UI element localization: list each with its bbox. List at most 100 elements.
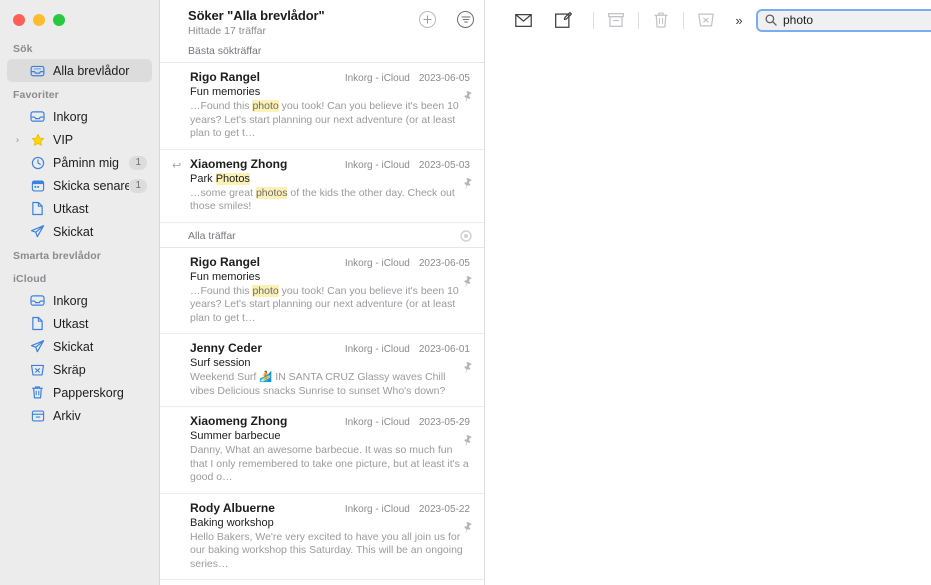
archive-button[interactable] (596, 7, 636, 33)
sidebar-item-label: Inkorg (53, 294, 152, 308)
sidebar-item-vip[interactable]: › VIP (7, 128, 152, 151)
mail-window: Sök Alla brevlådor Favoriter Inkorg › VI… (0, 0, 931, 585)
message-row[interactable]: ↩ Xiaomeng Zhong Inkorg - iCloud 2023-05… (160, 150, 484, 223)
close-button[interactable] (13, 14, 25, 26)
message-mailbox: Inkorg - iCloud (345, 344, 410, 355)
message-row[interactable]: Rody Albuerne Inkorg - iCloud 2023-05-22… (160, 494, 484, 581)
sidebar-item-icloud-skickat[interactable]: Skickat (7, 335, 152, 358)
calendar-icon (29, 178, 46, 194)
toolbar-divider (683, 12, 684, 29)
sidebar-item-paminn-mig[interactable]: Påminn mig 1 (7, 151, 152, 174)
message-preview: …some great photos of the kids the other… (190, 187, 470, 214)
chevron-right-icon[interactable]: › (16, 135, 19, 144)
preview-pre: …Found this (190, 100, 252, 112)
clock-icon (29, 155, 46, 171)
group-options-icon[interactable] (460, 230, 472, 242)
sidebar-section-icloud: iCloud (0, 266, 159, 289)
junk-icon (29, 362, 46, 378)
message-row[interactable]: Agneta Zimmer Inkorg - iCloud 2023-05-15… (160, 580, 484, 585)
message-row[interactable]: Rigo Rangel Inkorg - iCloud 2023-06-05 F… (160, 248, 484, 335)
preview-highlight: photos (256, 187, 288, 199)
sidebar-item-label: Skicka senare (53, 179, 129, 193)
add-search-button[interactable] (419, 11, 436, 28)
message-preview: …Found this photo you took! Can you beli… (190, 285, 470, 326)
group-label: Bästa sökträffar (188, 45, 261, 57)
list-header: Söker "Alla brevlådor" Hittade 17 träffa… (160, 0, 484, 43)
sidebar-item-inkorg-fav[interactable]: Inkorg (7, 105, 152, 128)
message-row[interactable]: Rigo Rangel Inkorg - iCloud 2023-06-05 F… (160, 63, 484, 150)
search-icon (765, 14, 777, 26)
maximize-button[interactable] (53, 14, 65, 26)
draft-icon (29, 201, 46, 217)
message-sender: Xiaomeng Zhong (190, 157, 345, 171)
sidebar-item-icloud-utkast[interactable]: Utkast (7, 312, 152, 335)
junk-bin-icon (698, 13, 714, 27)
sidebar-item-label: Skickat (53, 340, 152, 354)
sidebar-item-icloud-papperskorg[interactable]: Papperskorg (7, 381, 152, 404)
sidebar-item-skickat-fav[interactable]: Skickat (7, 220, 152, 243)
sidebar-item-icloud-inkorg[interactable]: Inkorg (7, 289, 152, 312)
message-row[interactable]: Xiaomeng Zhong Inkorg - iCloud 2023-05-2… (160, 407, 484, 494)
message-subject: Summer barbecue (190, 430, 470, 442)
toolbar-overflow-button[interactable]: » (726, 13, 752, 28)
sidebar-item-label: Arkiv (53, 409, 152, 423)
message-date: 2023-06-05 (419, 73, 470, 84)
message-list-column: Söker "Alla brevlådor" Hittade 17 träffa… (160, 0, 485, 585)
message-mailbox: Inkorg - iCloud (345, 73, 410, 84)
message-preview: Danny, What an awesome barbecue. It was … (190, 444, 470, 485)
sidebar-item-label: Inkorg (53, 110, 152, 124)
junk-button[interactable] (686, 7, 726, 33)
group-header-alla-traffar[interactable]: Alla träffar (160, 223, 484, 248)
sidebar-item-icloud-skrap[interactable]: Skräp (7, 358, 152, 381)
compose-button[interactable] (543, 7, 583, 33)
minimize-button[interactable] (33, 14, 45, 26)
message-list-scroll[interactable]: Bästa sökträffar Rigo Rangel Inkorg - iC… (160, 43, 484, 585)
message-subject: Fun memories (190, 86, 470, 98)
message-mailbox: Inkorg - iCloud (345, 417, 410, 428)
sidebar-item-label: Påminn mig (53, 156, 129, 170)
message-row[interactable]: Jenny Ceder Inkorg - iCloud 2023-06-01 S… (160, 334, 484, 407)
all-mailboxes-icon (29, 63, 46, 79)
preview-pre: …Found this (190, 285, 252, 297)
search-field[interactable]: ✕ (756, 9, 931, 32)
sidebar-item-icloud-arkiv[interactable]: Arkiv (7, 404, 152, 427)
trash-icon (654, 12, 668, 28)
sidebar-section-sok: Sök (0, 36, 159, 59)
sidebar-item-utkast-fav[interactable]: Utkast (7, 197, 152, 220)
message-mailbox: Inkorg - iCloud (345, 504, 410, 515)
unread-badge: 1 (129, 156, 147, 170)
filter-button[interactable] (457, 11, 474, 28)
message-sender: Rigo Rangel (190, 255, 345, 269)
sidebar-section-favoriter: Favoriter (0, 82, 159, 105)
message-sender: Xiaomeng Zhong (190, 414, 345, 428)
message-date: 2023-05-22 (419, 504, 470, 515)
sidebar: Sök Alla brevlådor Favoriter Inkorg › VI… (0, 0, 160, 585)
message-subject: Baking workshop (190, 517, 470, 529)
preview-highlight: photo (252, 100, 278, 112)
sidebar-item-alla-brevlador[interactable]: Alla brevlådor (7, 59, 152, 82)
archive-box-icon (608, 13, 624, 27)
message-date: 2023-06-05 (419, 258, 470, 269)
sidebar-item-label: Papperskorg (53, 386, 152, 400)
toolbar: » ✕ (485, 0, 931, 40)
message-sender: Jenny Ceder (190, 341, 345, 355)
search-input[interactable] (783, 13, 931, 27)
mark-unread-button[interactable] (503, 7, 543, 33)
sidebar-item-label: VIP (53, 133, 152, 147)
message-preview: Weekend Surf 🏄 IN SANTA CRUZ Glassy wave… (190, 371, 470, 398)
inbox-icon (29, 293, 46, 309)
envelope-icon (515, 14, 532, 27)
delete-button[interactable] (641, 7, 681, 33)
sent-icon (29, 339, 46, 355)
message-detail-pane: » ✕ photos (485, 0, 931, 585)
trash-icon (29, 385, 46, 401)
message-subject: Park Photos (190, 173, 470, 185)
sidebar-item-skicka-senare[interactable]: Skicka senare 1 (7, 174, 152, 197)
archive-icon (29, 408, 46, 424)
message-date: 2023-06-01 (419, 344, 470, 355)
sidebar-item-label: Skickat (53, 225, 152, 239)
sidebar-item-label: Utkast (53, 202, 152, 216)
group-header-basta-soktraffar[interactable]: Bästa sökträffar (160, 43, 484, 63)
message-sender: Rody Albuerne (190, 501, 345, 515)
compose-icon (555, 12, 572, 28)
